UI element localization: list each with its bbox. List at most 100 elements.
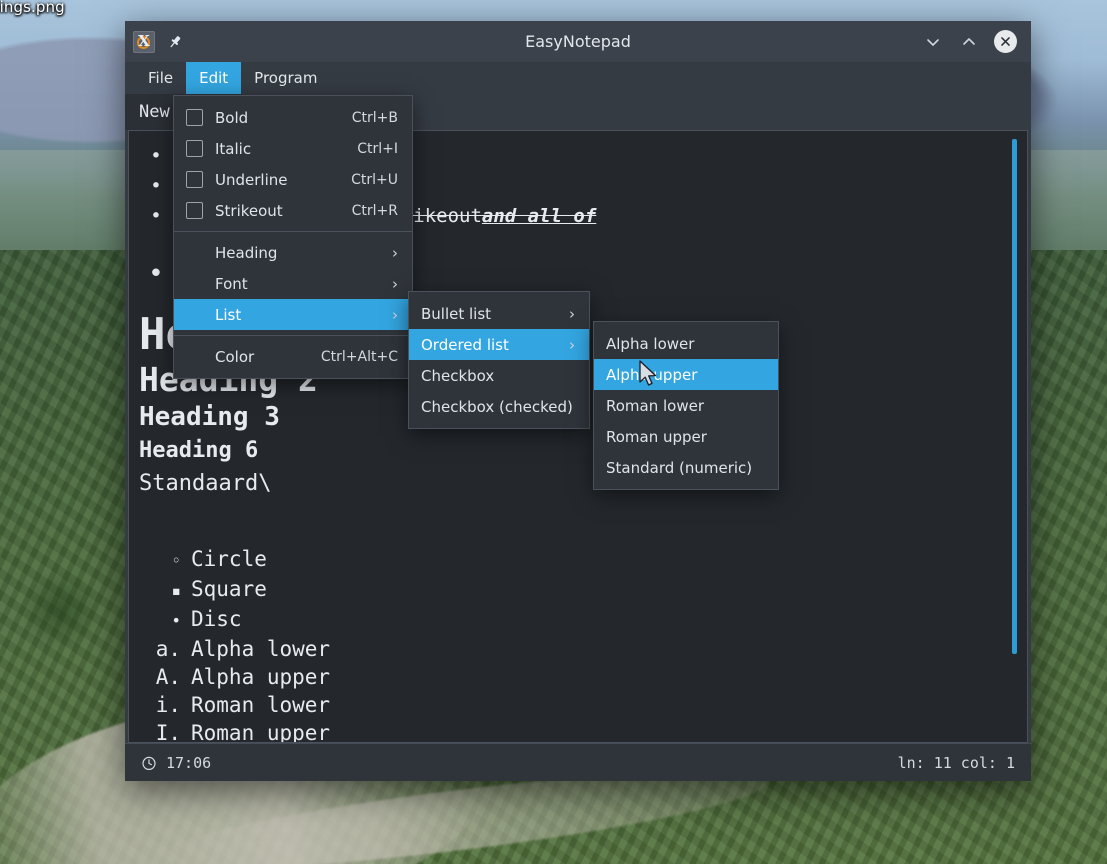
titlebar-left-buttons: X	[125, 31, 185, 53]
chevron-up-icon[interactable]	[958, 31, 980, 53]
menu-item-list[interactable]: List ›	[174, 299, 412, 330]
bullet-marker: •	[139, 141, 173, 171]
menu-item-accel: Ctrl+U	[351, 172, 398, 188]
icon-x-glyph: X	[138, 34, 150, 49]
list-text: Square	[191, 575, 267, 603]
menu-item-label: List	[215, 306, 392, 324]
chevron-right-icon: ›	[569, 305, 575, 323]
menu-item-label: Roman lower	[606, 397, 764, 415]
list-text: Roman lower	[191, 691, 330, 719]
menu-item-bold[interactable]: Bold Ctrl+B	[174, 102, 412, 133]
menubar-item-edit[interactable]: Edit	[186, 62, 241, 94]
menu-item-accel: Ctrl+Alt+C	[321, 349, 398, 365]
menu-item-alpha-upper[interactable]: Alpha upper	[594, 359, 778, 390]
bullet-marker: •	[139, 171, 173, 201]
list-marker: i.	[139, 691, 191, 719]
pin-icon[interactable]	[165, 32, 185, 52]
list-text: Alpha upper	[191, 663, 330, 691]
list-text: Alpha lower	[191, 635, 330, 663]
menu-item-alpha-lower[interactable]: Alpha lower	[594, 328, 778, 359]
status-cursor-position: ln: 11 col: 1	[898, 754, 1015, 772]
menu-item-font[interactable]: Font ›	[174, 268, 412, 299]
menu-item-italic[interactable]: Italic Ctrl+I	[174, 133, 412, 164]
list-item: ▪ Square	[139, 575, 999, 605]
menu-item-bullet-list[interactable]: Bullet list ›	[409, 298, 589, 329]
application-window: X EasyNotepad	[125, 21, 1031, 781]
menu-item-accel: Ctrl+I	[357, 141, 398, 157]
list-marker: I.	[139, 719, 191, 742]
list-marker: ◦	[139, 547, 191, 575]
checkbox-strikeout[interactable]	[186, 202, 203, 219]
list-submenu: Bullet list › Ordered list › Checkbox Ch…	[408, 291, 590, 429]
ordered-list-submenu: Alpha lower Alpha upper Roman lower Roma…	[593, 321, 779, 490]
menu-item-label: Underline	[215, 171, 351, 189]
menu-item-label: Alpha lower	[606, 335, 764, 353]
menu-item-accel: Ctrl+B	[352, 110, 398, 126]
menu-item-label: Bullet list	[421, 305, 569, 323]
list-item: I. Roman upper	[139, 719, 999, 742]
xfce-x-icon[interactable]: X	[133, 31, 155, 53]
menu-item-label: Checkbox (checked)	[421, 398, 599, 416]
menubar: File Edit Program	[125, 62, 1031, 94]
chevron-right-icon: ›	[392, 275, 398, 293]
chevron-right-icon: ›	[392, 244, 398, 262]
menu-item-roman-upper[interactable]: Roman upper	[594, 421, 778, 452]
list-marker: ▪	[139, 577, 191, 605]
menu-item-accel: Ctrl+R	[352, 203, 398, 219]
clock-icon	[141, 755, 157, 771]
list-item: A. Alpha upper	[139, 663, 999, 691]
menu-item-label: Ordered list	[421, 336, 569, 354]
list-marker: a.	[139, 635, 191, 663]
window-titlebar[interactable]: X EasyNotepad	[125, 21, 1031, 62]
chevron-down-icon[interactable]	[922, 31, 944, 53]
menu-separator	[174, 231, 412, 232]
list-text: Roman upper	[191, 719, 330, 742]
menu-item-label: Bold	[215, 109, 352, 127]
menu-item-label: Checkbox	[421, 367, 575, 385]
menu-item-strikeout[interactable]: Strikeout Ctrl+R	[174, 195, 412, 226]
menu-item-roman-lower[interactable]: Roman lower	[594, 390, 778, 421]
menu-item-label: Standard (numeric)	[606, 459, 778, 477]
vertical-scrollbar[interactable]	[1012, 139, 1017, 654]
checkbox-bold[interactable]	[186, 109, 203, 126]
list-item: a. Alpha lower	[139, 635, 999, 663]
window-title: EasyNotepad	[125, 32, 1031, 51]
window-controls	[922, 30, 1031, 53]
menu-item-checkbox-checked[interactable]: Checkbox (checked)	[409, 391, 589, 422]
list-item: • Disc	[139, 605, 999, 635]
edit-dropdown-menu: Bold Ctrl+B Italic Ctrl+I Underline Ctrl…	[173, 95, 413, 379]
statusbar: 17:06 ln: 11 col: 1	[125, 743, 1031, 781]
clock-group: 17:06	[141, 754, 211, 772]
checkbox-italic[interactable]	[186, 140, 203, 157]
standard-text: Standaard\	[139, 467, 999, 501]
chevron-right-icon: ›	[569, 336, 575, 354]
menu-item-ordered-list[interactable]: Ordered list ›	[409, 329, 589, 360]
menubar-item-file[interactable]: File	[135, 62, 186, 94]
menu-item-label: Color	[215, 348, 321, 366]
menu-item-color[interactable]: Color Ctrl+Alt+C	[174, 341, 412, 372]
bullet-marker-large: •	[139, 259, 173, 289]
list-text: Circle	[191, 545, 267, 573]
menu-item-underline[interactable]: Underline Ctrl+U	[174, 164, 412, 195]
menu-item-label: Italic	[215, 140, 357, 158]
bullet-marker: •	[139, 201, 173, 231]
list-text: Disc	[191, 605, 242, 633]
list-marker: •	[139, 607, 191, 635]
list-item: ◦ Circle	[139, 545, 999, 575]
checkbox-underline[interactable]	[186, 171, 203, 188]
menu-item-label: Font	[215, 275, 392, 293]
menu-item-label: Strikeout	[215, 202, 352, 220]
menu-item-label: Roman upper	[606, 428, 764, 446]
menu-item-heading[interactable]: Heading ›	[174, 237, 412, 268]
list-marker: A.	[139, 663, 191, 691]
close-icon[interactable]	[994, 30, 1017, 53]
text-all-styles: and all of	[482, 201, 596, 231]
desktop-file-label[interactable]: dings.png	[0, 0, 65, 16]
desktop: dings.png X Ea	[0, 0, 1107, 864]
menu-item-checkbox[interactable]: Checkbox	[409, 360, 589, 391]
menu-item-label: Alpha upper	[606, 366, 764, 384]
list-item: i. Roman lower	[139, 691, 999, 719]
menubar-item-program[interactable]: Program	[241, 62, 330, 94]
status-time: 17:06	[166, 754, 211, 772]
menu-item-standard-numeric[interactable]: Standard (numeric)	[594, 452, 778, 483]
